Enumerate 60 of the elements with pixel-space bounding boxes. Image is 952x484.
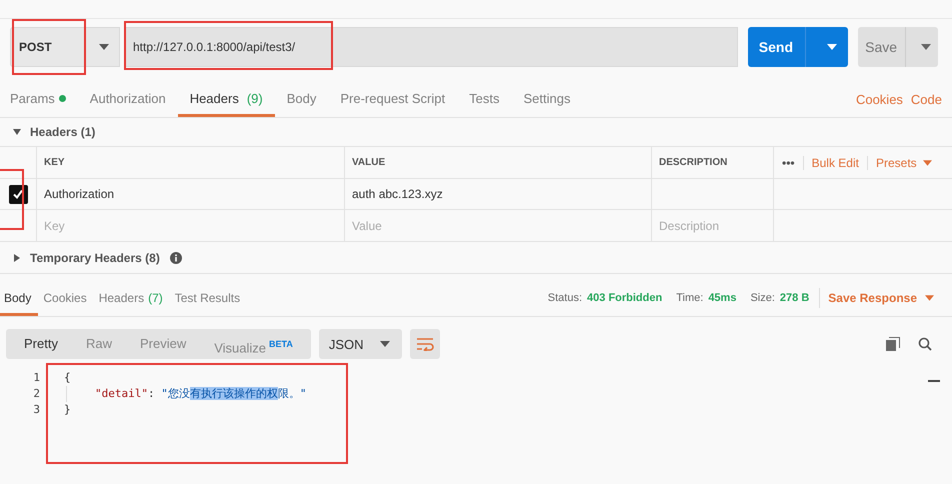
request-tab[interactable]: Body [274, 82, 328, 117]
wrap-lines-button[interactable] [410, 329, 440, 359]
temporary-headers-toggle[interactable]: Temporary Headers (8) [0, 242, 952, 274]
request-tab[interactable]: Tests [457, 82, 512, 117]
status-value: 45ms [708, 292, 736, 304]
line-number: 3 [33, 402, 40, 418]
copy-icon[interactable] [886, 337, 900, 351]
caret-icon [827, 44, 838, 50]
check-icon [12, 188, 24, 200]
column-header: VALUE [352, 157, 386, 168]
request-tab[interactable]: Settings [511, 82, 582, 117]
caret-icon [925, 295, 934, 301]
save-button[interactable]: Save [858, 27, 938, 67]
input-field[interactable]: Value [352, 218, 651, 232]
request-tab[interactable]: Params [10, 82, 78, 117]
format-dropdown[interactable]: JSON [318, 329, 402, 359]
headers-toggle[interactable]: Headers (1) [0, 118, 952, 147]
search-icon[interactable] [918, 337, 932, 351]
caret-icon [920, 44, 931, 50]
response-tab[interactable]: Test Results [170, 280, 248, 316]
column-header: KEY [44, 157, 65, 168]
status-label: Status: [548, 292, 582, 304]
more-options-button[interactable]: ••• [782, 156, 795, 170]
header-link[interactable]: Cookies [856, 92, 903, 107]
response-tab[interactable]: Body [0, 280, 38, 316]
code-line: "detail": "您没有执行该操作的权限。" [95, 387, 306, 400]
view-mode-tab[interactable]: Raw [72, 329, 126, 359]
caret-icon [922, 160, 932, 166]
view-mode-tab[interactable]: Visualize $^{BETA}$ [200, 329, 307, 359]
status-label: Size: [750, 292, 775, 304]
response-tab[interactable]: Cookies [38, 280, 94, 316]
response-tab[interactable]: Headers (7) [94, 280, 170, 316]
caret-icon [99, 44, 109, 50]
input-field[interactable]: Description [659, 218, 773, 232]
view-mode-tab[interactable]: Pretty [10, 329, 72, 359]
header-link[interactable]: Code [910, 92, 942, 107]
code-line: { [64, 371, 71, 384]
table-cell: Authorization [44, 187, 114, 201]
status-label: Time: [676, 292, 704, 304]
bulk-edit-link[interactable]: Bulk Edit [802, 156, 859, 170]
caret-icon [380, 341, 390, 347]
line-number: 1 [33, 370, 40, 386]
wrap-lines-icon [416, 337, 434, 351]
code-line: } [64, 403, 71, 416]
presets-dropdown[interactable]: Presets [866, 156, 932, 170]
send-button[interactable]: Send [748, 27, 848, 67]
table-cell: auth abc.123.xyz [352, 187, 443, 201]
column-header: DESCRIPTION [659, 157, 728, 168]
request-tab[interactable]: Authorization [78, 82, 178, 117]
line-number: 2 [33, 386, 40, 402]
status-value: 278 B [780, 292, 810, 304]
input-field[interactable]: Key [44, 218, 344, 232]
request-tab[interactable]: Headers (9) [178, 82, 275, 117]
info-icon [170, 252, 182, 264]
request-tab[interactable]: Pre-request Script [328, 82, 458, 117]
save-response-dropdown[interactable]: Save Response [828, 291, 934, 305]
method-dropdown[interactable]: POST [10, 27, 120, 67]
url-field[interactable]: http://127.0.0.1:8000/api/test3/ [124, 27, 738, 67]
status-value: 403 Forbidden [587, 292, 662, 304]
view-mode-tab[interactable]: Preview [126, 329, 200, 359]
